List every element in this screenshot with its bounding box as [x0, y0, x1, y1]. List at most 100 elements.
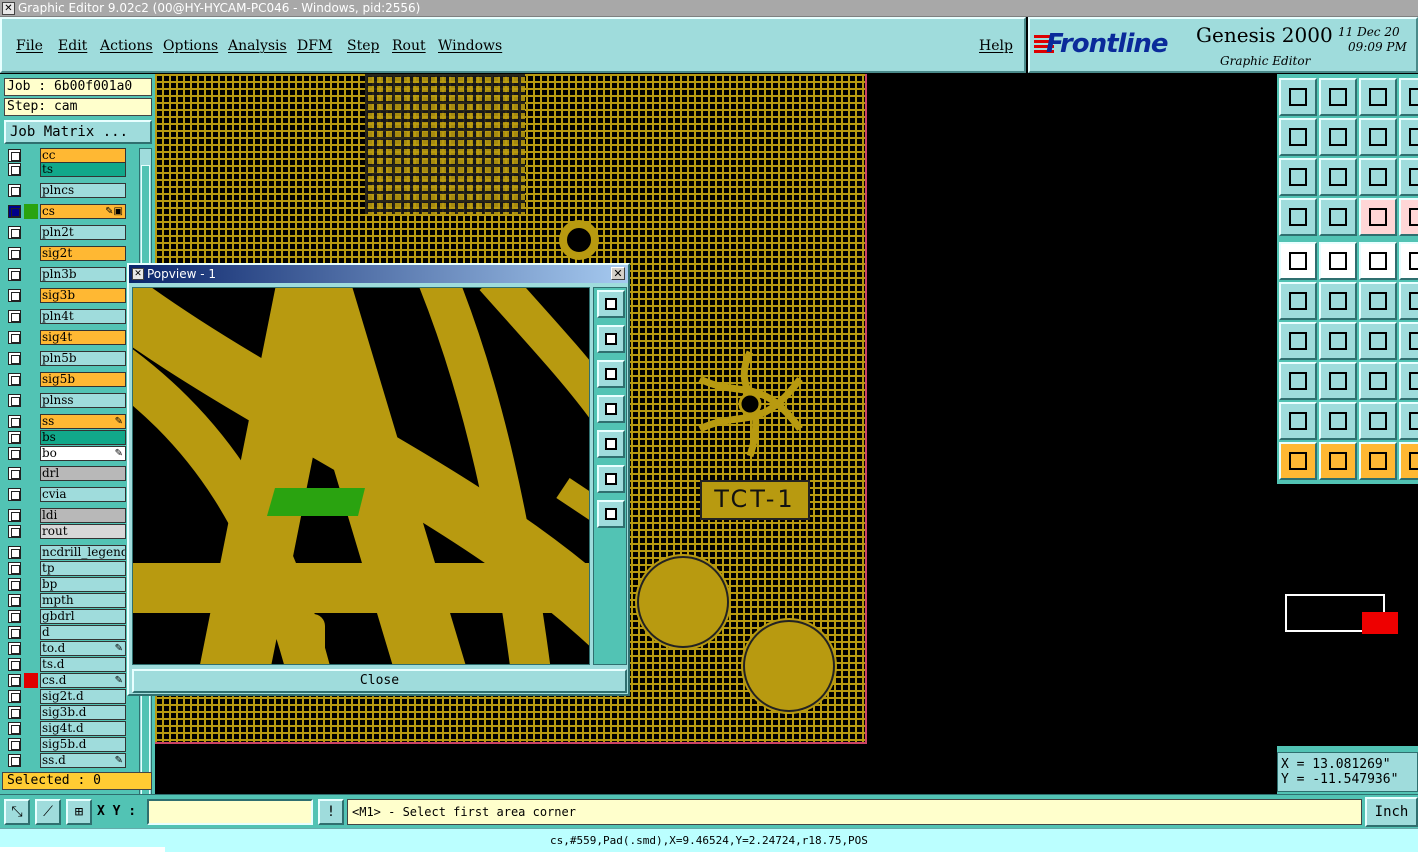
layer-checkbox[interactable] [8, 642, 21, 655]
layer-checkbox[interactable] [8, 509, 21, 522]
slash-line-button[interactable] [1319, 322, 1357, 360]
layer-checkbox[interactable] [8, 163, 21, 176]
layer-name[interactable]: pln2t [40, 225, 126, 240]
layer-name[interactable]: sig2t [40, 246, 126, 261]
layer-checkbox[interactable] [8, 373, 21, 386]
popview-pan-left-button[interactable] [597, 395, 625, 423]
layer-checkbox[interactable] [8, 394, 21, 407]
layer-name[interactable]: sig3b.d [40, 705, 126, 720]
layer-name[interactable]: sig3b [40, 288, 126, 303]
layer-row-pln5b[interactable]: pln5b [4, 351, 136, 366]
layer-row-ts[interactable]: ts [4, 162, 136, 177]
layer-checkbox[interactable] [8, 247, 21, 260]
popview-canvas[interactable] [132, 287, 590, 665]
layer-row-cvia[interactable]: cvia [4, 487, 136, 502]
menu-dfm[interactable]: DFM [297, 38, 332, 54]
layer-name[interactable]: cs.d ✎ [40, 673, 126, 688]
layer-checkbox[interactable] [8, 754, 21, 767]
layer-checkbox[interactable] [8, 289, 21, 302]
connect-button[interactable] [1359, 282, 1397, 320]
ruler-button[interactable] [1359, 242, 1397, 280]
layer-checkbox[interactable] [8, 525, 21, 538]
layer-name[interactable]: sig4t [40, 330, 126, 345]
layer-name[interactable]: ts.d [40, 657, 126, 672]
popview-icon[interactable]: ✕ [132, 268, 144, 280]
measure-button[interactable] [1359, 362, 1397, 400]
triangle-button[interactable] [1279, 402, 1317, 440]
layer-checkbox[interactable] [8, 226, 21, 239]
layer-checkbox[interactable] [8, 268, 21, 281]
layer-row-sig3b[interactable]: sig3b [4, 288, 136, 303]
popview-zoom-out-button[interactable] [597, 500, 625, 528]
zoom-area-icon[interactable]: ⤡ [4, 799, 30, 825]
layer-row-to-d[interactable]: to.d ✎ [4, 641, 136, 656]
popview-pan-right-button[interactable] [597, 430, 625, 458]
via-pad[interactable] [561, 222, 597, 258]
layer-checkbox[interactable] [8, 658, 21, 671]
menu-step[interactable]: Step [347, 38, 379, 54]
delete-button[interactable] [1319, 282, 1357, 320]
measure-icon[interactable]: ⟋ [35, 799, 61, 825]
layer-name[interactable]: cs ✎▣ [40, 204, 126, 219]
layer-name[interactable]: plnss [40, 393, 126, 408]
layer-row-rout[interactable]: rout [4, 524, 136, 539]
popview-pan-down-button[interactable] [597, 360, 625, 388]
add-line-button[interactable] [1319, 242, 1357, 280]
app-icon[interactable]: ✕ [2, 2, 15, 15]
layer-name[interactable]: sig4t.d [40, 721, 126, 736]
layer-checkbox[interactable] [8, 690, 21, 703]
layer-row-pln3b[interactable]: pln3b [4, 267, 136, 282]
angle-button[interactable] [1279, 322, 1317, 360]
round-pad[interactable] [637, 556, 729, 648]
open-step-button[interactable] [1279, 78, 1317, 116]
menu-edit[interactable]: Edit [58, 38, 87, 54]
layer-checkbox[interactable] [8, 488, 21, 501]
layer-checkbox[interactable] [8, 331, 21, 344]
save-button[interactable] [1319, 78, 1357, 116]
pan-left-button[interactable] [1279, 118, 1317, 156]
pointer-select-button[interactable] [1319, 442, 1357, 480]
layer-name[interactable]: ldi [40, 508, 126, 523]
text-a-button[interactable] [1319, 402, 1357, 440]
popview-close-icon[interactable]: ✕ [611, 267, 625, 280]
layer-name[interactable]: drl [40, 466, 126, 481]
layer-name[interactable]: bs [40, 430, 126, 445]
scale-one-to-two-button[interactable] [1359, 158, 1397, 196]
feature-filter-button[interactable] [1399, 198, 1418, 236]
layer-row-bo[interactable]: bo ✎ [4, 446, 136, 461]
layer-checkbox[interactable] [8, 310, 21, 323]
layer-row-plncs[interactable]: plncs [4, 183, 136, 198]
layer-display-button[interactable] [1359, 198, 1397, 236]
layer-checkbox[interactable] [8, 205, 21, 218]
layer-name[interactable]: pln5b [40, 351, 126, 366]
menu-actions[interactable]: Actions [100, 38, 153, 54]
bracket-button[interactable] [1399, 322, 1418, 360]
popview-close-button[interactable]: Close [132, 669, 627, 693]
layer-checkbox[interactable] [8, 562, 21, 575]
menu-windows[interactable]: Windows [438, 38, 502, 54]
layer-name[interactable]: ncdrill_legend [40, 545, 126, 560]
layer-checkbox[interactable] [8, 431, 21, 444]
layer-row-cs[interactable]: cs ✎▣ [4, 204, 136, 219]
layer-row-cs-d[interactable]: cs.d ✎ [4, 673, 136, 688]
grid-snap-icon[interactable]: ⊞ [66, 799, 92, 825]
unit-toggle-button[interactable]: Inch [1365, 797, 1418, 827]
layer-row-sig2t[interactable]: sig2t [4, 246, 136, 261]
layer-row-ss-d[interactable]: ss.d ✎ [4, 753, 136, 768]
rotate-button[interactable] [1359, 118, 1397, 156]
layer-name[interactable]: to.d ✎ [40, 641, 126, 656]
warning-icon[interactable]: ! [318, 799, 344, 825]
popview-pan-up-button[interactable] [597, 325, 625, 353]
zoom-fit-button[interactable] [1399, 118, 1418, 156]
snap-button[interactable] [1279, 198, 1317, 236]
popview-zoom-in-button[interactable] [597, 465, 625, 493]
layer-row-bs[interactable]: bs [4, 430, 136, 445]
layer-row-sig5b-d[interactable]: sig5b.d [4, 737, 136, 752]
layer-row-sig4t-d[interactable]: sig4t.d [4, 721, 136, 736]
layer-checkbox[interactable] [8, 722, 21, 735]
pan-right-button[interactable] [1319, 118, 1357, 156]
layer-checkbox[interactable] [8, 184, 21, 197]
layer-checkbox[interactable] [8, 467, 21, 480]
layer-checkbox[interactable] [8, 415, 21, 428]
layer-name[interactable]: rout [40, 524, 126, 539]
